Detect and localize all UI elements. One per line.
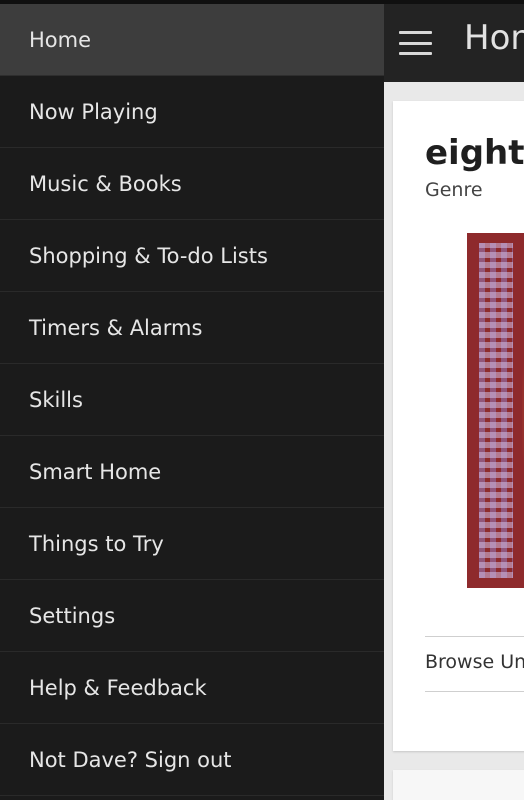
app-screen: Hon eightie Genre Browse Un Home Now Pla…	[0, 0, 524, 800]
drawer-item-sign-out[interactable]: Not Dave? Sign out	[0, 724, 384, 796]
album-art-pattern	[479, 243, 513, 578]
drawer-item-label: Skills	[29, 387, 83, 412]
browse-link[interactable]: Browse Un	[425, 651, 524, 673]
drawer-item-label: Smart Home	[29, 459, 162, 484]
drawer-item-shopping-lists[interactable]: Shopping & To-do Lists	[0, 220, 384, 292]
drawer-item-label: Not Dave? Sign out	[29, 747, 232, 772]
drawer-item-label: Settings	[29, 603, 116, 628]
drawer-item-label: Music & Books	[29, 171, 182, 196]
drawer-item-things-to-try[interactable]: Things to Try	[0, 508, 384, 580]
card-divider-top	[425, 636, 524, 637]
drawer-item-now-playing[interactable]: Now Playing	[0, 76, 384, 148]
page-title: Hon	[464, 18, 524, 58]
genre-card[interactable]: eightie Genre Browse Un	[393, 101, 524, 751]
next-card[interactable]	[393, 770, 524, 800]
drawer-item-label: Now Playing	[29, 99, 158, 124]
card-divider-bottom	[425, 691, 524, 692]
drawer-item-help-feedback[interactable]: Help & Feedback	[0, 652, 384, 724]
drawer-item-label: Things to Try	[29, 531, 164, 556]
drawer-item-label: Help & Feedback	[29, 675, 207, 700]
navigation-drawer: Home Now Playing Music & Books Shopping …	[0, 4, 384, 800]
app-bar: Hon	[384, 4, 524, 82]
drawer-item-skills[interactable]: Skills	[0, 364, 384, 436]
drawer-item-label: Shopping & To-do Lists	[29, 243, 268, 268]
drawer-item-timers-alarms[interactable]: Timers & Alarms	[0, 292, 384, 364]
drawer-item-settings[interactable]: Settings	[0, 580, 384, 652]
drawer-item-label: Timers & Alarms	[29, 315, 203, 340]
drawer-item-home[interactable]: Home	[0, 4, 384, 76]
main-content: Hon eightie Genre Browse Un	[384, 4, 524, 800]
drawer-item-smart-home[interactable]: Smart Home	[0, 436, 384, 508]
hamburger-menu-icon[interactable]	[399, 31, 432, 55]
card-subtitle: Genre	[425, 179, 483, 201]
card-title: eightie	[425, 133, 524, 173]
album-art-image[interactable]	[467, 233, 524, 588]
drawer-item-music-books[interactable]: Music & Books	[0, 148, 384, 220]
drawer-item-label: Home	[29, 27, 92, 52]
